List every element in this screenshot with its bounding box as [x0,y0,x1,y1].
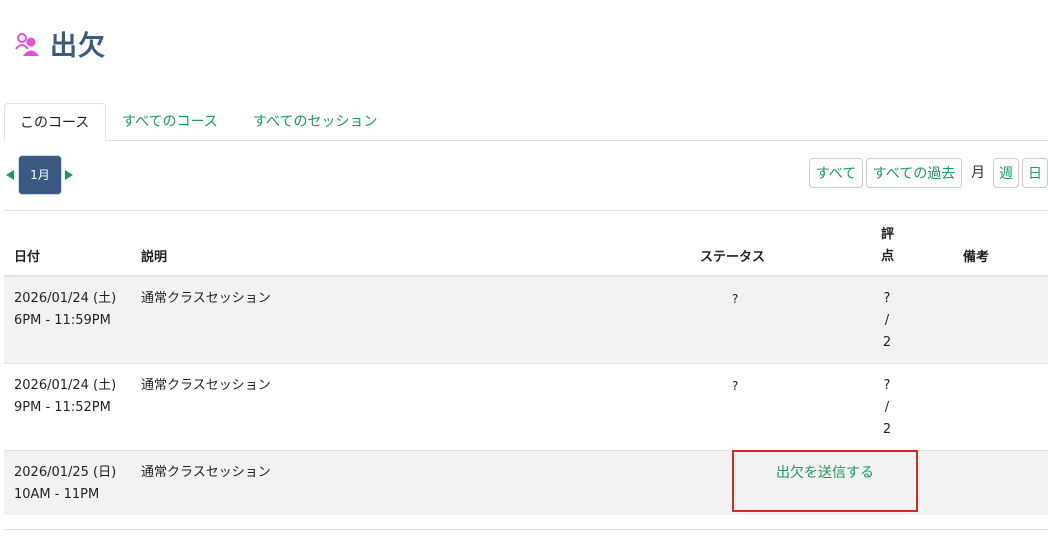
column-header-remarks: 備考 [963,250,990,265]
status-unknown-icon: ? [732,292,739,306]
filter-all-button[interactable]: すべて [809,158,863,188]
grade-separator: / [884,313,890,328]
date-navigation: 1月 すべて すべての過去 月 週 日 [4,156,1048,196]
next-arrow-icon[interactable] [65,170,73,180]
row-time: 10AM - 11PM [14,487,100,502]
page-title: 出欠 [50,31,106,62]
row-time: 9PM - 11:52PM [14,400,111,415]
table-bottom-divider [4,529,1048,530]
row-description: 通常クラスセッション [141,465,271,480]
column-header-grade: 評点 [881,227,895,264]
tab-this-course[interactable]: このコース [4,103,106,141]
attendance-users-icon [15,32,39,56]
column-header-date: 日付 [14,250,41,265]
filter-month-current: 月 [971,165,985,181]
filter-all-past-button[interactable]: すべての過去 [866,158,962,188]
filter-day-button[interactable]: 日 [1022,158,1048,188]
row-date: 2026/01/24 (土) [14,291,117,306]
column-header-description: 説明 [141,250,168,265]
tab-all-sessions[interactable]: すべてのセッション [238,103,392,139]
tab-bar: このコース すべてのコース すべてのセッション [4,103,1048,141]
grade-score: ? [883,291,891,306]
highlight-box [732,450,918,512]
filter-week-button[interactable]: 週 [993,158,1019,188]
row-time: 6PM - 11:59PM [14,313,111,328]
previous-arrow-icon[interactable] [6,170,14,180]
page-header: 出欠 [14,24,106,63]
grade-max: 2 [882,335,892,350]
tab-all-courses[interactable]: すべてのコース [107,103,233,139]
current-month-button[interactable]: 1月 [19,156,61,194]
row-date: 2026/01/25 (日) [14,465,117,480]
divider [4,210,1048,211]
row-date: 2026/01/24 (土) [14,378,117,393]
column-header-status: ステータス [700,250,766,265]
grade-separator: / [884,400,890,415]
row-description: 通常クラスセッション [141,378,271,393]
grade-max: 2 [882,422,892,437]
row-description: 通常クラスセッション [141,291,271,306]
status-unknown-icon: ? [732,379,739,393]
grade-score: ? [883,378,891,393]
